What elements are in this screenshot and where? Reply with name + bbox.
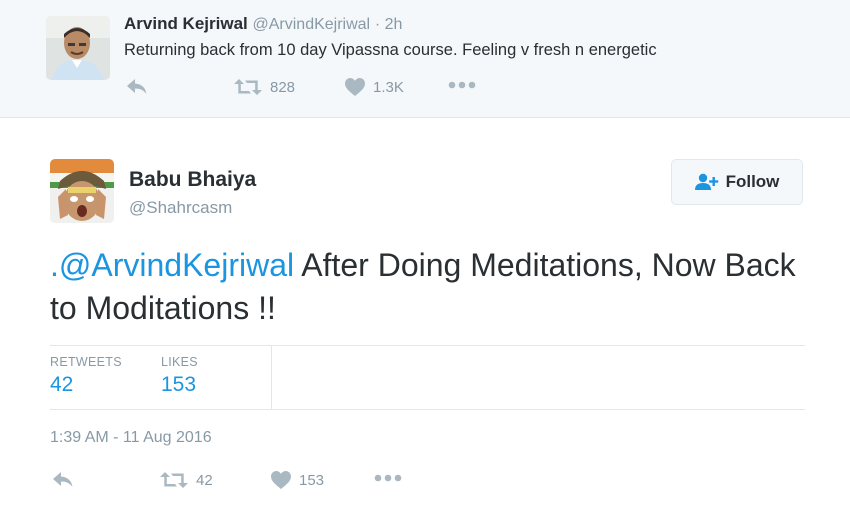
stats-divider (271, 346, 272, 409)
parent-more-button[interactable] (448, 81, 476, 89)
retweets-label: RETWEETS (50, 355, 122, 369)
parent-reply-button[interactable] (126, 78, 148, 96)
more-icon (374, 474, 402, 482)
heart-icon (271, 471, 291, 489)
parent-retweet-button[interactable]: 828 (234, 78, 295, 96)
add-user-icon (694, 173, 718, 190)
author-avatar[interactable] (50, 159, 114, 223)
parent-tweet-actions: 828 1.3K (124, 78, 524, 102)
parent-tweet-header: Arvind Kejriwal @ArvindKejriwal · 2h (124, 14, 402, 34)
follow-button[interactable]: Follow (671, 159, 803, 205)
more-icon (448, 81, 476, 89)
retweets-stat[interactable]: RETWEETS 42 (50, 355, 122, 397)
reply-icon (53, 472, 73, 487)
retweet-count: 42 (196, 471, 213, 489)
follow-label: Follow (725, 172, 780, 191)
author-handle[interactable]: @Shahrcasm (129, 198, 232, 218)
reply-icon (127, 79, 147, 94)
parent-author-avatar[interactable] (46, 16, 110, 80)
tweet-stats: RETWEETS 42 LIKES 153 (50, 345, 805, 410)
parent-author-handle[interactable]: @ArvindKejriwal (253, 16, 371, 33)
retweet-button[interactable]: 42 (160, 471, 213, 489)
mention-link[interactable]: .@ArvindKejriwal (50, 247, 294, 283)
parent-time-ago[interactable]: · 2h (375, 16, 403, 33)
retweets-value: 42 (50, 373, 74, 396)
like-count: 153 (299, 471, 325, 489)
heart-icon (345, 78, 365, 96)
parent-tweet-text: Returning back from 10 day Vipassna cour… (124, 41, 657, 59)
parent-retweet-count: 828 (270, 78, 296, 96)
like-button[interactable]: 153 (271, 471, 324, 489)
tweet-actions: 42 153 (50, 471, 470, 495)
tweet-text: .@ArvindKejriwal After Doing Meditations… (50, 244, 820, 330)
author-name[interactable]: Babu Bhaiya (129, 168, 256, 192)
reply-button[interactable] (52, 471, 74, 489)
likes-stat[interactable]: LIKES 153 (161, 355, 198, 397)
retweet-icon (234, 79, 262, 95)
parent-like-button[interactable]: 1.3K (345, 78, 404, 96)
parent-author-name[interactable]: Arvind Kejriwal (124, 14, 248, 33)
retweet-icon (160, 472, 188, 488)
likes-label: LIKES (161, 355, 198, 369)
parent-tweet[interactable]: Arvind Kejriwal @ArvindKejriwal · 2h Ret… (0, 0, 850, 118)
parent-like-count: 1.3K (373, 78, 404, 96)
likes-value: 153 (161, 373, 197, 396)
more-button[interactable] (374, 474, 402, 482)
tweet-timestamp[interactable]: 1:39 AM - 11 Aug 2016 (50, 429, 212, 447)
main-tweet: Babu Bhaiya @Shahrcasm Follow .@ArvindKe… (0, 118, 850, 505)
